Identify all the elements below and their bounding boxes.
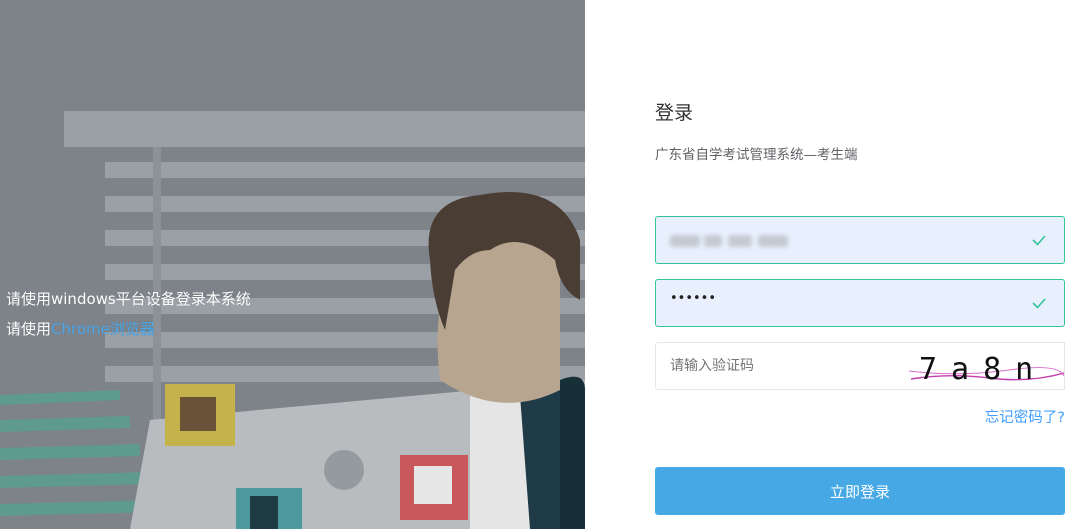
login-button[interactable]: 立即登录 [655,467,1065,515]
username-field[interactable] [655,216,1065,264]
check-icon [1032,298,1046,309]
captcha-graphic: 7a8n [908,352,1065,387]
office-illustration [0,0,585,529]
system-notice: 请使用windows平台设备登录本系统 请使用Chrome浏览器 [6,284,251,344]
chrome-browser-link[interactable]: Chrome浏览器 [51,320,155,338]
captcha-input[interactable] [655,342,910,390]
captcha-text: 7a8n [919,352,1047,387]
check-icon [1032,235,1046,246]
captcha-image[interactable]: 7a8n [908,342,1065,390]
illustration-panel: 请使用windows平台设备登录本系统 请使用Chrome浏览器 [0,0,585,529]
login-form: 登录 广东省自学考试管理系统—考生端 •••••• 请输入验证码 7a8n 忘记… [655,0,1065,529]
system-subtitle: 广东省自学考试管理系统—考生端 [655,147,858,163]
password-field[interactable]: •••••• [655,279,1065,327]
notice-browser-line: 请使用Chrome浏览器 [6,314,251,344]
captcha-row: 7a8n [655,342,1065,390]
forgot-password-link[interactable]: 忘记密码了? [985,406,1065,427]
password-value: •••••• [670,291,717,306]
username-value-obscured [670,231,795,251]
login-page: 请使用windows平台设备登录本系统 请使用Chrome浏览器 登录 广东省自… [0,0,1080,529]
page-title: 登录 [655,102,694,124]
notice-platform-text: 请使用windows平台设备登录本系统 [6,290,251,308]
notice-browser-prefix: 请使用 [6,320,52,338]
